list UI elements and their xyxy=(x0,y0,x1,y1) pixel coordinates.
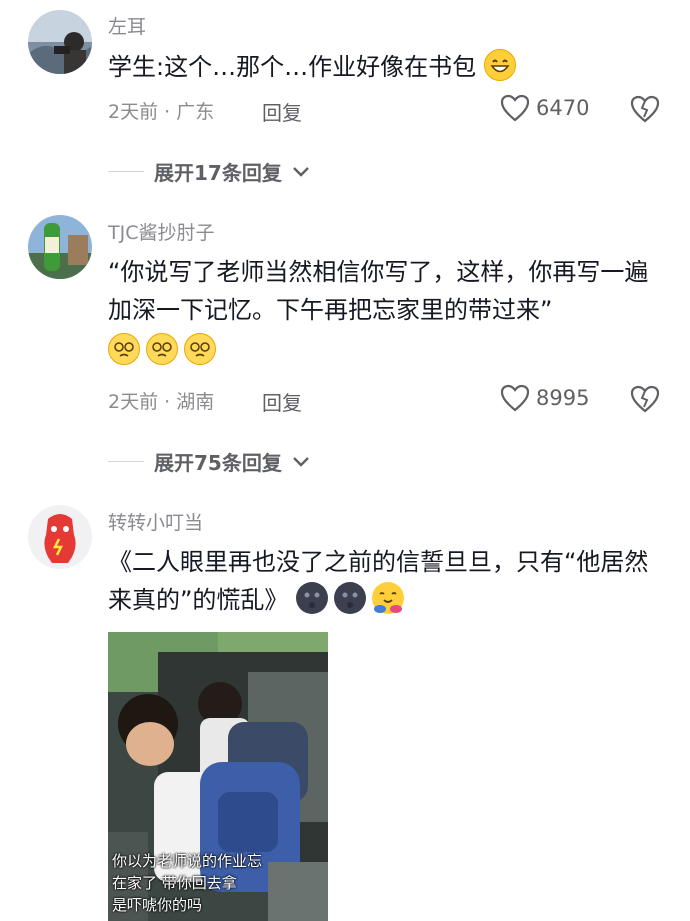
like-button[interactable]: 8995 xyxy=(500,384,589,412)
username[interactable]: 左耳 xyxy=(108,12,146,39)
avatar[interactable] xyxy=(28,505,92,569)
avatar[interactable] xyxy=(28,215,92,279)
broken-heart-icon xyxy=(630,385,660,413)
emoji-row xyxy=(108,332,668,370)
hugging-face-emoji-icon xyxy=(372,582,405,614)
comment-text-body: 学生:这个…那个…作业好像在书包 xyxy=(108,53,477,81)
broken-heart-icon xyxy=(630,95,660,123)
comment-item: TJC酱抄肘子 “你说写了老师当然相信你写了，这样，你再写一遍加深一下记忆。下午… xyxy=(0,200,690,490)
heart-outline-icon xyxy=(500,384,530,412)
divider xyxy=(108,171,144,172)
new-moon-face-emoji-icon xyxy=(296,582,329,614)
expand-replies-button[interactable]: 展开17条回复 xyxy=(108,157,310,186)
grin-emoji-icon xyxy=(483,49,516,81)
comment-meta: 2天前 · 广东 xyxy=(108,101,215,123)
comment-item: 左耳 学生:这个…那个…作业好像在书包 2天前 · 广东 回复 6470 展开1… xyxy=(0,0,690,200)
comment-text: 学生:这个…那个…作业好像在书包 xyxy=(108,48,668,86)
reply-button[interactable]: 回复 xyxy=(262,97,302,126)
expand-replies-label: 展开17条回复 xyxy=(154,161,282,185)
video-thumbnail[interactable]: 你以为老师说的作业忘 在家了 带你回去拿 是吓唬你的吗 xyxy=(108,632,328,921)
divider xyxy=(108,461,144,462)
reply-button[interactable]: 回复 xyxy=(262,387,302,416)
chevron-down-icon xyxy=(292,456,309,467)
dislike-button[interactable] xyxy=(630,385,660,417)
video-caption-line: 在家了 带你回去拿 xyxy=(112,874,237,892)
comment-text-body: “你说写了老师当然相信你写了，这样，你再写一遍加深一下记忆。下午再把忘家里的带过… xyxy=(108,258,649,324)
username[interactable]: TJC酱抄肘子 xyxy=(108,218,214,245)
expand-replies-button[interactable]: 展开75条回复 xyxy=(108,447,310,476)
username[interactable]: 转转小叮当 xyxy=(108,508,203,535)
dizzy-emoji-icon xyxy=(108,333,140,365)
dizzy-emoji-icon xyxy=(146,333,178,365)
heart-outline-icon xyxy=(500,94,530,122)
comment-text: 《二人眼里再也没了之前的信誓旦旦，只有“他居然来真的”的慌乱》 xyxy=(108,543,668,619)
expand-replies-label: 展开75条回复 xyxy=(154,451,282,475)
video-caption-line: 你以为老师说的作业忘 xyxy=(112,852,263,870)
avatar[interactable] xyxy=(28,10,92,74)
like-button[interactable]: 6470 xyxy=(500,94,589,122)
new-moon-face-emoji-icon xyxy=(334,582,367,614)
comment-item: 转转小叮当 《二人眼里再也没了之前的信誓旦旦，只有“他居然来真的”的慌乱》 你以… xyxy=(0,490,690,921)
video-caption-line: 是吓唬你的吗 xyxy=(112,896,203,914)
chevron-down-icon xyxy=(292,166,309,177)
dislike-button[interactable] xyxy=(630,95,660,127)
dizzy-emoji-icon xyxy=(184,333,216,365)
comment-text: “你说写了老师当然相信你写了，这样，你再写一遍加深一下记忆。下午再把忘家里的带过… xyxy=(108,253,668,370)
like-count: 8995 xyxy=(536,386,590,410)
comment-meta: 2天前 · 湖南 xyxy=(108,391,215,413)
like-count: 6470 xyxy=(536,96,590,120)
